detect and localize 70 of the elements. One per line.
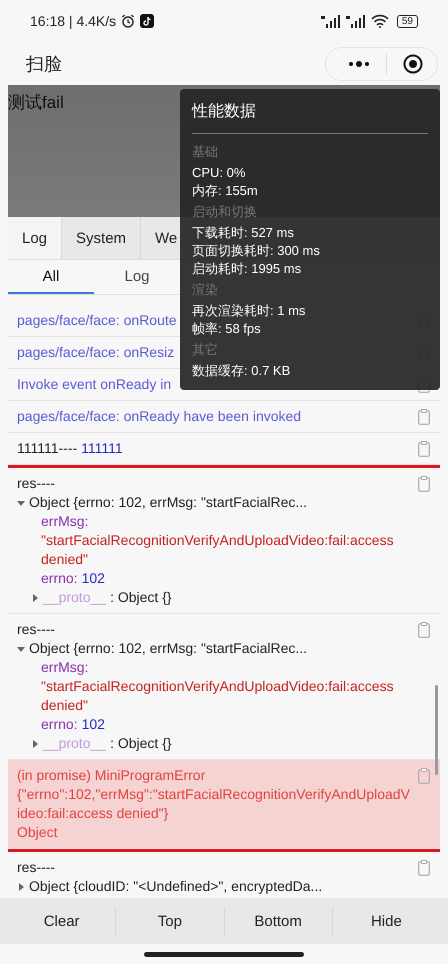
metric-text: 数据缓存: 0.7 KB [192, 362, 292, 380]
property-value: "startFacialRecognitionVerifyAndUploadVideo:fail:access denied" [41, 677, 395, 715]
caret-down-icon[interactable] [17, 498, 25, 506]
metric-text: 下载耗时: 527 ms [192, 224, 295, 242]
home-indicator[interactable] [144, 952, 304, 956]
property-value: 102 [82, 715, 105, 734]
clipboard-icon[interactable] [418, 768, 430, 784]
log-message: Invoke event onReady in [17, 375, 172, 394]
metric-text: 帧率: 58 fps [192, 320, 262, 338]
log-label: res---- [17, 858, 56, 877]
section-heading: 启动和切换 [192, 203, 258, 221]
signal-icon [346, 14, 366, 28]
log-message: pages/face/face: onReady have been invoked [17, 407, 302, 426]
property-key: __proto__ [43, 734, 106, 753]
console-tab[interactable]: Log [8, 217, 62, 259]
log-label: res---- [17, 474, 56, 493]
error-message: {"errno":102,"errMsg":"startFacialRecognitionVerifyAndUploadVideo:fail:access denied"} [17, 785, 410, 823]
caret-right-icon[interactable] [31, 594, 39, 602]
metric-text: 内存: 155m [192, 182, 259, 200]
property-key: errno: [41, 715, 78, 734]
log-label: res---- [17, 620, 56, 639]
caret-right-icon[interactable] [31, 740, 39, 748]
log-value: 111111 [81, 439, 123, 458]
section-heading: 基础 [192, 143, 219, 161]
log-message: pages/face/face: onResiz [17, 343, 174, 362]
section-heading: 其它 [192, 341, 219, 359]
console-button[interactable]: Clear [8, 907, 116, 935]
property-value: "startFacialRecognitionVerifyAndUploadVideo:fail:access denied" [41, 531, 395, 569]
property-value: : Object {} [110, 588, 172, 607]
app-icon [140, 14, 154, 28]
error-message: (in promise) MiniProgramError [17, 766, 206, 785]
metric-text: 页面切换耗时: 300 ms [192, 242, 321, 260]
log-message: pages/face/face: onRoute [17, 311, 177, 330]
property-key: errMsg: [41, 658, 410, 677]
caret-down-icon[interactable] [17, 644, 25, 652]
caret-right-icon[interactable] [17, 882, 25, 890]
camera-label: 测试fail [8, 92, 64, 114]
wifi-icon [370, 14, 389, 28]
metric-text: 再次渲染耗时: 1 ms [192, 302, 306, 320]
object-summary[interactable]: Object {errno: 102, errMsg: "startFacialRec... [29, 493, 308, 512]
signal-icon [320, 14, 341, 28]
console-button[interactable]: Top [116, 907, 224, 935]
property-key: errno: [41, 569, 78, 588]
page-title: 扫脸 [26, 52, 63, 76]
metric-text: 启动耗时: 1995 ms [192, 260, 302, 278]
metric-text: CPU: 0% [192, 164, 246, 182]
console-button[interactable]: Bottom [224, 907, 333, 935]
property-key: errMsg: [41, 512, 410, 531]
section-heading: 渲染 [192, 281, 219, 299]
clipboard-icon[interactable] [418, 622, 430, 638]
error-message: Object [17, 823, 58, 842]
clipboard-icon[interactable] [418, 441, 430, 457]
alarm-icon [121, 14, 136, 28]
scrollbar[interactable] [435, 685, 438, 775]
object-summary[interactable]: Object {errno: 102, errMsg: "startFacialRec... [29, 639, 308, 658]
panel-title: 性能数据 [192, 102, 257, 122]
status-time: 16:18 | 4.4K/s [30, 13, 116, 29]
level-filter-tab[interactable]: All [8, 260, 94, 294]
clipboard-icon[interactable] [418, 860, 430, 876]
log-label: 111111---- [17, 439, 78, 458]
property-value: 102 [82, 569, 105, 588]
property-key: __proto__ [43, 588, 106, 607]
battery-indicator: 59 [396, 14, 418, 28]
clipboard-icon[interactable] [418, 409, 430, 425]
console-button[interactable]: Hide [332, 907, 440, 935]
more-icon[interactable] [348, 60, 370, 66]
clipboard-icon[interactable] [418, 476, 430, 492]
level-filter-tab[interactable]: Log [94, 260, 180, 294]
object-summary[interactable]: Object {cloudID: "<Undefined>", encryptedDa... [29, 877, 322, 896]
property-value: : Object {} [110, 734, 172, 753]
